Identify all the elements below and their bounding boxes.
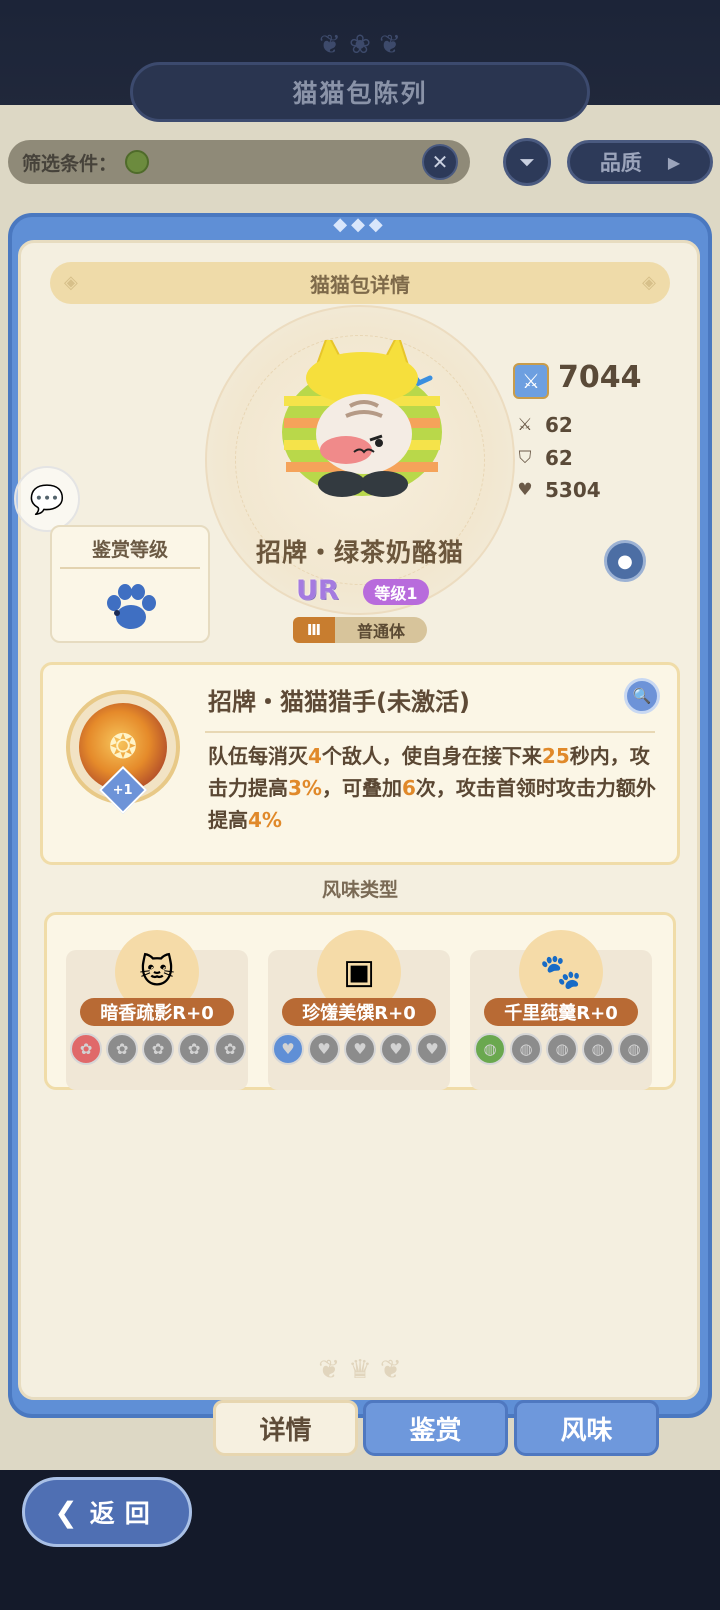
stat-attack: ⚔ 62 — [515, 413, 573, 437]
yarn-icon: ◍ — [582, 1033, 614, 1065]
flower-icon: ✿ — [178, 1033, 210, 1065]
detail-title: 猫猫包详情 — [310, 272, 410, 297]
tab-appraise[interactable]: 鉴赏 — [363, 1400, 508, 1456]
power-shield-icon: ⚔ — [513, 363, 549, 399]
filter-label: 筛选条件： — [22, 152, 118, 175]
flavor-label-3: 千里莼羹R+0 — [484, 998, 638, 1026]
flavor-slots-1: ✿ ✿ ✿ ✿ ✿ — [70, 1033, 246, 1065]
heart-icon: ♥ — [380, 1033, 412, 1065]
panel-bottom-ornament: ❦ ♛ ❦ — [318, 1355, 402, 1385]
flower-icon: ✿ — [70, 1033, 102, 1065]
magnifier-icon: 🔍 — [632, 687, 652, 705]
chevron-left-icon: ❮ — [54, 1495, 78, 1529]
back-button[interactable]: ❮ 返回 — [22, 1477, 192, 1547]
quality-label: 品质 — [599, 151, 642, 175]
filter-button[interactable]: ⏷ — [503, 138, 551, 186]
header-banner: 猫猫包陈列 — [130, 62, 590, 122]
skill-divider — [205, 731, 655, 733]
character-portrait[interactable] — [280, 340, 445, 500]
heart-icon: ♥ — [308, 1033, 340, 1065]
appraise-level-title: 鉴赏等级 — [91, 539, 168, 561]
divider — [60, 567, 200, 569]
zoom-button[interactable]: 🔍 — [624, 678, 660, 714]
body-type-badge: 普通体 — [335, 617, 427, 643]
flavor-slots-2: ♥ ♥ ♥ ♥ ♥ — [272, 1033, 448, 1065]
heart-icon: ♥ — [416, 1033, 448, 1065]
tier-badge: Ⅲ — [293, 617, 335, 643]
character-name: 招牌・绿茶奶酪猫 — [255, 538, 464, 567]
heart-icon: ♥ — [344, 1033, 376, 1065]
close-icon[interactable]: ✕ — [422, 144, 458, 180]
yarn-icon: ◍ — [474, 1033, 506, 1065]
flavor-label-1: 暗香疏影R+0 — [80, 998, 234, 1026]
stat-hp: ♥ 5304 — [515, 478, 601, 502]
panel-ornament: ◆◆◆ — [333, 214, 387, 235]
paw-icon — [107, 584, 156, 629]
skill-title: 招牌・猫猫猎手(未激活) — [208, 688, 470, 716]
flower-icon: ✿ — [142, 1033, 174, 1065]
flower-icon: ✿ — [106, 1033, 138, 1065]
shield-icon: ⛉ — [518, 448, 532, 468]
filter-bar[interactable]: 筛选条件： ✕ — [8, 140, 470, 184]
tab-flavor[interactable]: 风味 — [514, 1400, 659, 1456]
flower-icon: ✿ — [214, 1033, 246, 1065]
flavor-slots-3: ◍ ◍ ◍ ◍ ◍ — [474, 1033, 650, 1065]
back-label: 返回 — [89, 1499, 160, 1528]
heart-icon: ♥ — [272, 1033, 304, 1065]
skill-description: 队伍每消灭4个敌人，使自身在接下来25秒内，攻击力提高3%，可叠加6次，攻击首领… — [208, 744, 656, 832]
header-ornament: ❦ ❀ ❦ — [319, 30, 401, 60]
yarn-icon — [125, 150, 150, 174]
rarity-badge: UR — [296, 575, 339, 606]
page-title: 猫猫包陈列 — [292, 79, 428, 108]
diamond-icon: ◈ — [64, 272, 78, 293]
hp-value: 5304 — [545, 478, 601, 502]
chat-button[interactable]: 💬 — [14, 466, 80, 532]
tab-details[interactable]: 详情 — [213, 1400, 358, 1456]
defense-value: 62 — [545, 446, 573, 470]
flavor-label-2: 珍馐美馔R+0 — [282, 998, 436, 1026]
power-value: 7044 — [558, 360, 642, 395]
yarn-icon: ◍ — [618, 1033, 650, 1065]
flavor-heading: 风味类型 — [321, 879, 398, 901]
lock-button[interactable]: ● — [604, 540, 646, 582]
filter-icon: ⏷ — [519, 150, 535, 174]
heart-icon: ♥ — [517, 480, 533, 500]
chat-bubble-icon: 💬 — [29, 482, 65, 516]
attack-value: 62 — [545, 413, 573, 437]
stat-defense: ⛉ 62 — [515, 446, 573, 470]
level-badge: 等级1 — [363, 579, 429, 605]
crossed-swords-icon: ⚔ — [517, 415, 533, 435]
lock-icon: ● — [617, 550, 633, 572]
yarn-icon: ◍ — [510, 1033, 542, 1065]
quality-sort-button[interactable]: 品质 ▶ — [567, 140, 713, 184]
appraise-level-card[interactable]: 鉴赏等级 — [50, 525, 210, 643]
diamond-icon: ◈ — [642, 272, 656, 293]
chevron-right-icon: ▶ — [667, 152, 681, 172]
yarn-icon: ◍ — [546, 1033, 578, 1065]
detail-title-band: ◈ 猫猫包详情 ◈ — [50, 262, 670, 304]
